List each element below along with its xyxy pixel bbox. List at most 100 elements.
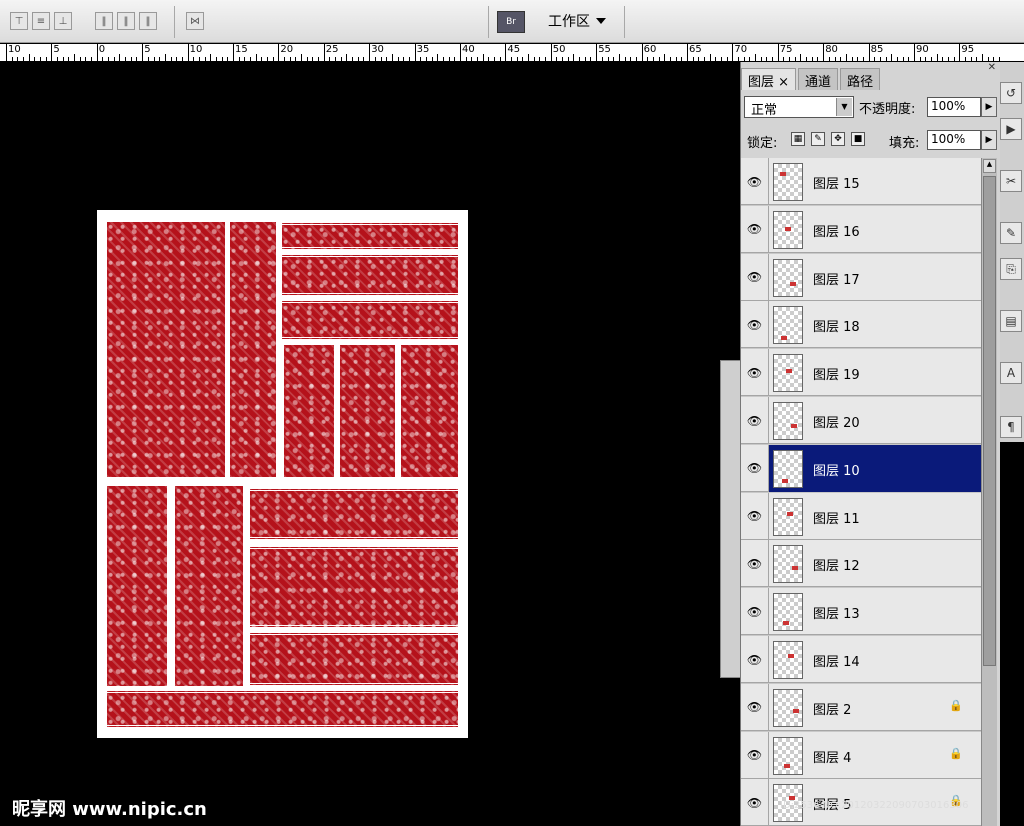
actions-icon[interactable]: ▶ xyxy=(1000,118,1022,140)
layer-scrollbar[interactable]: ▲ xyxy=(981,158,997,826)
ruler-tick xyxy=(675,57,677,61)
ruler-label: 50 xyxy=(552,44,566,55)
layer-thumbnail xyxy=(773,449,803,488)
ruler-label: 60 xyxy=(643,44,657,55)
ruler-tick xyxy=(108,57,110,61)
lock-transparent-icon[interactable]: ▦ xyxy=(791,132,805,146)
eye-icon[interactable]: 👁 xyxy=(741,444,769,492)
tab-channels[interactable]: 通道 xyxy=(798,68,839,90)
fill-slider-button[interactable]: ▶ xyxy=(981,130,997,150)
eye-icon[interactable]: 👁 xyxy=(741,779,769,826)
layer-name-cell[interactable]: 图层 19 xyxy=(769,349,981,396)
fill-input[interactable]: 100% xyxy=(927,130,981,150)
eye-icon[interactable]: 👁 xyxy=(741,301,769,349)
blend-mode-select[interactable]: 正常 ▼ xyxy=(744,96,854,118)
paragraph-icon[interactable]: ¶ xyxy=(1000,416,1022,438)
layer-name: 图层 13 xyxy=(813,607,860,623)
close-icon[interactable]: ✕ xyxy=(988,62,996,73)
clone-source-icon[interactable]: ⎘ xyxy=(1000,258,1022,280)
layer-name-cell[interactable]: 图层 2 🔒 xyxy=(769,684,981,731)
eye-icon[interactable]: 👁 xyxy=(741,205,769,253)
layer-row[interactable]: 👁 图层 19 xyxy=(741,349,981,397)
layer-row[interactable]: 👁 图层 2 🔒 xyxy=(741,683,981,731)
layer-row[interactable]: 👁 图层 15 xyxy=(741,158,981,205)
layer-row[interactable]: 👁 图层 13 xyxy=(741,588,981,636)
layer-row[interactable]: 👁 图层 18 xyxy=(741,301,981,349)
layer-row[interactable]: 👁 图层 14 xyxy=(741,636,981,683)
opacity-slider-button[interactable]: ▶ xyxy=(981,97,997,117)
lock-paint-icon[interactable]: ✎ xyxy=(811,132,825,146)
layer-name-cell[interactable]: 图层 12 xyxy=(769,540,981,587)
distribute-left-icon[interactable]: ‖ xyxy=(95,12,113,30)
layer-name-cell[interactable]: 图层 15 xyxy=(769,158,981,205)
eye-icon[interactable]: 👁 xyxy=(741,158,769,205)
layer-row[interactable]: 👁 图层 10 xyxy=(741,444,981,492)
eye-icon[interactable]: 👁 xyxy=(741,253,769,301)
layer-row[interactable]: 👁 图层 11 xyxy=(741,492,981,540)
layer-row[interactable]: 👁 图层 16 xyxy=(741,205,981,253)
eye-icon[interactable]: 👁 xyxy=(741,540,769,588)
layer-name-cell[interactable]: 图层 14 xyxy=(769,636,981,683)
distribute-right-icon[interactable]: ‖ xyxy=(139,12,157,30)
layer-name-cell[interactable]: 图层 4 🔒 xyxy=(769,732,981,779)
ruler-tick xyxy=(136,57,138,61)
layer-name-cell[interactable]: 图层 18 xyxy=(769,301,981,348)
eye-icon[interactable]: 👁 xyxy=(741,588,769,636)
tool-presets-icon[interactable]: ✂ xyxy=(1000,170,1022,192)
eye-icon[interactable]: 👁 xyxy=(741,683,769,731)
layer-name: 图层 19 xyxy=(813,368,860,384)
eye-icon[interactable]: 👁 xyxy=(741,731,769,779)
collapsed-panel[interactable] xyxy=(720,360,742,678)
ruler-tick xyxy=(840,57,842,61)
pattern-block xyxy=(250,632,458,686)
ruler-label: 55 xyxy=(598,44,611,55)
pattern-block xyxy=(284,345,334,477)
layer-name-cell[interactable]: 图层 13 xyxy=(769,588,981,635)
lock-all-icon[interactable]: ■ xyxy=(851,132,865,146)
layer-row[interactable]: 👁 图层 12 xyxy=(741,540,981,588)
ruler-tick xyxy=(698,57,700,61)
tab-layers[interactable]: 图层 × xyxy=(741,68,797,90)
layer-name-cell[interactable]: 图层 16 xyxy=(769,206,981,253)
layer-row[interactable]: 👁 图层 4 🔒 xyxy=(741,731,981,779)
eye-icon[interactable]: 👁 xyxy=(741,397,769,444)
layer-name-cell[interactable]: 图层 11 xyxy=(769,493,981,540)
bridge-button[interactable]: Br xyxy=(497,11,525,33)
history-icon[interactable]: ↺ xyxy=(1000,82,1022,104)
layer-row[interactable]: 👁 图层 20 xyxy=(741,397,981,444)
opacity-input[interactable]: 100% xyxy=(927,97,981,117)
ruler-tick xyxy=(289,57,291,61)
align-bottom-icon[interactable]: ⊥ xyxy=(54,12,72,30)
distribute-center-icon[interactable]: ‖ xyxy=(117,12,135,30)
scroll-up-icon[interactable]: ▲ xyxy=(983,159,996,173)
auto-align-icon[interactable]: ⋈ xyxy=(186,12,204,30)
layer-name-cell[interactable]: 图层 20 xyxy=(769,397,981,444)
ruler-tick xyxy=(329,57,331,61)
ruler-tick xyxy=(74,54,76,61)
ruler-tick xyxy=(862,57,864,61)
ruler-label: 5 xyxy=(144,44,151,55)
character-icon[interactable]: A xyxy=(1000,362,1022,384)
tab-paths[interactable]: 路径 xyxy=(840,68,881,90)
document-image[interactable] xyxy=(97,210,468,738)
layer-name-cell[interactable]: 图层 17 xyxy=(769,254,981,301)
lock-move-icon[interactable]: ✥ xyxy=(831,132,845,146)
brushes-icon[interactable]: ✎ xyxy=(1000,222,1022,244)
eye-icon[interactable]: 👁 xyxy=(741,349,769,397)
align-top-icon[interactable]: ⊤ xyxy=(10,12,28,30)
scroll-thumb[interactable] xyxy=(983,176,996,666)
align-middle-icon[interactable]: ≡ xyxy=(32,12,50,30)
ruler-tick xyxy=(982,54,984,61)
ruler-label: 45 xyxy=(507,44,521,55)
layer-name-cell[interactable]: 图层 10 xyxy=(769,444,981,492)
eye-icon[interactable]: 👁 xyxy=(741,492,769,540)
pattern-block xyxy=(107,486,167,686)
eye-icon[interactable]: 👁 xyxy=(741,636,769,683)
ruler-tick xyxy=(369,43,371,61)
info-icon[interactable]: ▤ xyxy=(1000,310,1022,332)
separator xyxy=(624,6,625,38)
ruler-tick xyxy=(658,57,660,61)
layer-row[interactable]: 👁 图层 17 xyxy=(741,253,981,301)
ruler-label: 0 xyxy=(98,44,106,55)
workspace-menu[interactable]: 工作区 xyxy=(548,11,606,31)
